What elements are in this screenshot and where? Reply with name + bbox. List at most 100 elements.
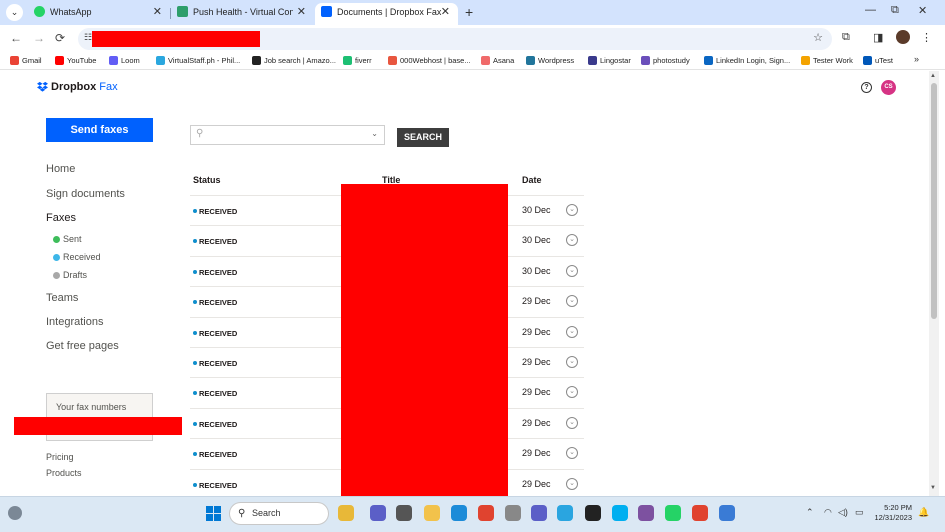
expand-chevron-icon[interactable]: ⌄ xyxy=(566,356,578,368)
windows-start-icon[interactable] xyxy=(206,506,221,521)
chrome-profile-icon[interactable] xyxy=(692,505,708,521)
edge-icon[interactable] xyxy=(451,505,467,521)
chat-icon[interactable] xyxy=(370,505,386,521)
bookmark-item[interactable]: Tester Work xyxy=(801,55,853,66)
status-badge: RECEIVED xyxy=(193,298,237,307)
bookmark-item[interactable]: Loom xyxy=(109,55,140,66)
bookmark-item[interactable]: YouTube xyxy=(55,55,96,66)
expand-chevron-icon[interactable]: ⌄ xyxy=(566,477,578,490)
reload-icon[interactable]: ⟳ xyxy=(55,31,65,45)
close-icon[interactable]: ✕ xyxy=(441,3,450,21)
bookmark-item[interactable]: Job search | Amazo... xyxy=(252,55,336,66)
whatsapp-icon[interactable] xyxy=(665,505,681,521)
status-label: RECEIVED xyxy=(199,389,238,399)
more-bookmarks-icon[interactable]: » xyxy=(914,54,919,64)
tray-chevron-icon[interactable]: ⌃ xyxy=(806,507,814,518)
nav-home[interactable]: Home xyxy=(46,163,75,175)
bookmark-label: 000Webhost | base... xyxy=(400,56,471,65)
task-view-icon[interactable] xyxy=(396,505,412,521)
taskbar-clock[interactable]: 5:20 PM 12/31/2023 xyxy=(872,503,912,523)
wifi-icon[interactable]: ◠ xyxy=(824,507,832,518)
tab-whatsapp[interactable]: WhatsApp ✕ xyxy=(28,3,170,25)
close-icon[interactable]: ✕ xyxy=(297,3,306,21)
telegram-icon[interactable] xyxy=(557,505,573,521)
bookmark-item[interactable]: 000Webhost | base... xyxy=(388,55,471,66)
volume-icon[interactable]: ◁) xyxy=(838,507,848,518)
site-info-icon[interactable]: ☷ xyxy=(84,32,92,43)
notification-bell-icon[interactable]: 🔔 xyxy=(918,507,929,518)
side-panel-icon[interactable]: ◨ xyxy=(873,31,883,44)
products-link[interactable]: Products xyxy=(46,468,82,478)
maximize-button[interactable]: ⧉ xyxy=(891,4,899,17)
user-avatar[interactable]: CS xyxy=(881,80,896,95)
expand-chevron-icon[interactable]: ⌄ xyxy=(566,416,578,429)
status-label: RECEIVED xyxy=(199,359,238,368)
more-menu-icon[interactable]: ⋮ xyxy=(921,31,932,44)
expand-chevron-icon[interactable]: ⌄ xyxy=(566,295,578,308)
nav-teams[interactable]: Teams xyxy=(46,292,78,304)
expand-chevron-icon[interactable]: ⌄ xyxy=(566,234,578,247)
new-tab-button[interactable]: + xyxy=(465,3,473,21)
forward-arrow-icon[interactable]: → xyxy=(33,31,45,45)
column-header-status[interactable]: Status xyxy=(193,175,221,185)
bookmark-item[interactable]: Asana xyxy=(481,55,514,66)
nav-sent[interactable]: Sent xyxy=(53,234,82,244)
scroll-down-icon[interactable]: ▼ xyxy=(930,485,936,491)
tab-search-icon[interactable]: ⌄ xyxy=(6,4,23,21)
expand-chevron-icon[interactable]: ⌄ xyxy=(566,386,578,399)
close-icon[interactable]: ✕ xyxy=(153,3,162,21)
chrome-icon[interactable] xyxy=(478,505,494,521)
tab-push-health[interactable]: Push Health - Virtual Concierge ✕ xyxy=(171,3,314,25)
bookmark-item[interactable]: photostudy xyxy=(641,55,690,66)
bookmark-item[interactable]: uTest xyxy=(863,55,893,66)
back-arrow-icon[interactable]: ← xyxy=(10,31,22,45)
scroll-up-icon[interactable]: ▲ xyxy=(930,73,936,79)
nav-integrations[interactable]: Integrations xyxy=(46,316,103,328)
pricing-link[interactable]: Pricing xyxy=(46,452,74,462)
search-button[interactable]: SEARCH xyxy=(397,128,449,147)
help-icon[interactable]: ? xyxy=(861,82,872,93)
settings-icon[interactable] xyxy=(505,505,521,521)
search-field[interactable]: ⚲ ⌄ xyxy=(190,125,385,145)
folder-icon[interactable] xyxy=(424,505,440,521)
nav-received[interactable]: Received xyxy=(53,252,101,262)
bookmark-label: Job search | Amazo... xyxy=(264,56,336,65)
search-input[interactable] xyxy=(211,128,361,142)
bookmark-item[interactable]: Gmail xyxy=(10,55,42,66)
dropbox-fax-logo[interactable]: Dropbox Fax xyxy=(37,81,118,93)
bookmark-item[interactable]: Lingostar xyxy=(588,55,631,66)
page-scrollbar[interactable]: ▲ ▼ xyxy=(929,71,939,496)
close-window-button[interactable]: ✕ xyxy=(918,4,927,17)
scroll-thumb[interactable] xyxy=(931,83,937,319)
viber-icon[interactable] xyxy=(638,505,654,521)
nav-sign-documents[interactable]: Sign documents xyxy=(46,188,125,200)
expand-chevron-icon[interactable]: ⌄ xyxy=(566,325,578,338)
notepad-icon[interactable] xyxy=(719,505,735,521)
bookmark-star-icon[interactable]: ☆ xyxy=(813,31,823,44)
battery-icon[interactable]: ▭ xyxy=(855,507,864,518)
bookmark-item[interactable]: Wordpress xyxy=(526,55,574,66)
taskbar-search[interactable]: ⚲ Search xyxy=(229,502,329,525)
nav-get-free-pages[interactable]: Get free pages xyxy=(46,340,119,352)
column-header-date[interactable]: Date xyxy=(522,175,542,185)
send-faxes-button[interactable]: Send faxes xyxy=(46,118,153,142)
bookmark-item[interactable]: fiverr xyxy=(343,55,372,66)
expand-chevron-icon[interactable]: ⌄ xyxy=(566,264,578,277)
teams-icon[interactable] xyxy=(531,505,547,521)
tab-dropbox-fax[interactable]: Documents | Dropbox Fax ✕ xyxy=(315,3,458,25)
bookmark-item[interactable]: VirtualStaff.ph - Phil... xyxy=(156,55,240,66)
bookmark-item[interactable]: LinkedIn Login, Sign... xyxy=(704,55,790,66)
expand-chevron-icon[interactable]: ⌄ xyxy=(566,447,578,460)
skype-icon[interactable] xyxy=(612,505,628,521)
vimeo-icon[interactable] xyxy=(585,505,601,521)
file-explorer-icon[interactable] xyxy=(338,505,354,521)
nav-faxes[interactable]: Faxes xyxy=(46,212,76,224)
profile-avatar[interactable] xyxy=(896,30,910,44)
address-bar[interactable]: ☷ ☆ xyxy=(78,28,832,50)
extensions-icon[interactable]: ⧉ xyxy=(842,31,850,44)
expand-chevron-icon[interactable]: ⌄ xyxy=(566,204,578,216)
minimize-button[interactable]: — xyxy=(865,4,876,16)
nav-drafts[interactable]: Drafts xyxy=(53,270,87,280)
chevron-down-icon[interactable]: ⌄ xyxy=(371,129,378,138)
weather-icon[interactable] xyxy=(8,506,22,520)
